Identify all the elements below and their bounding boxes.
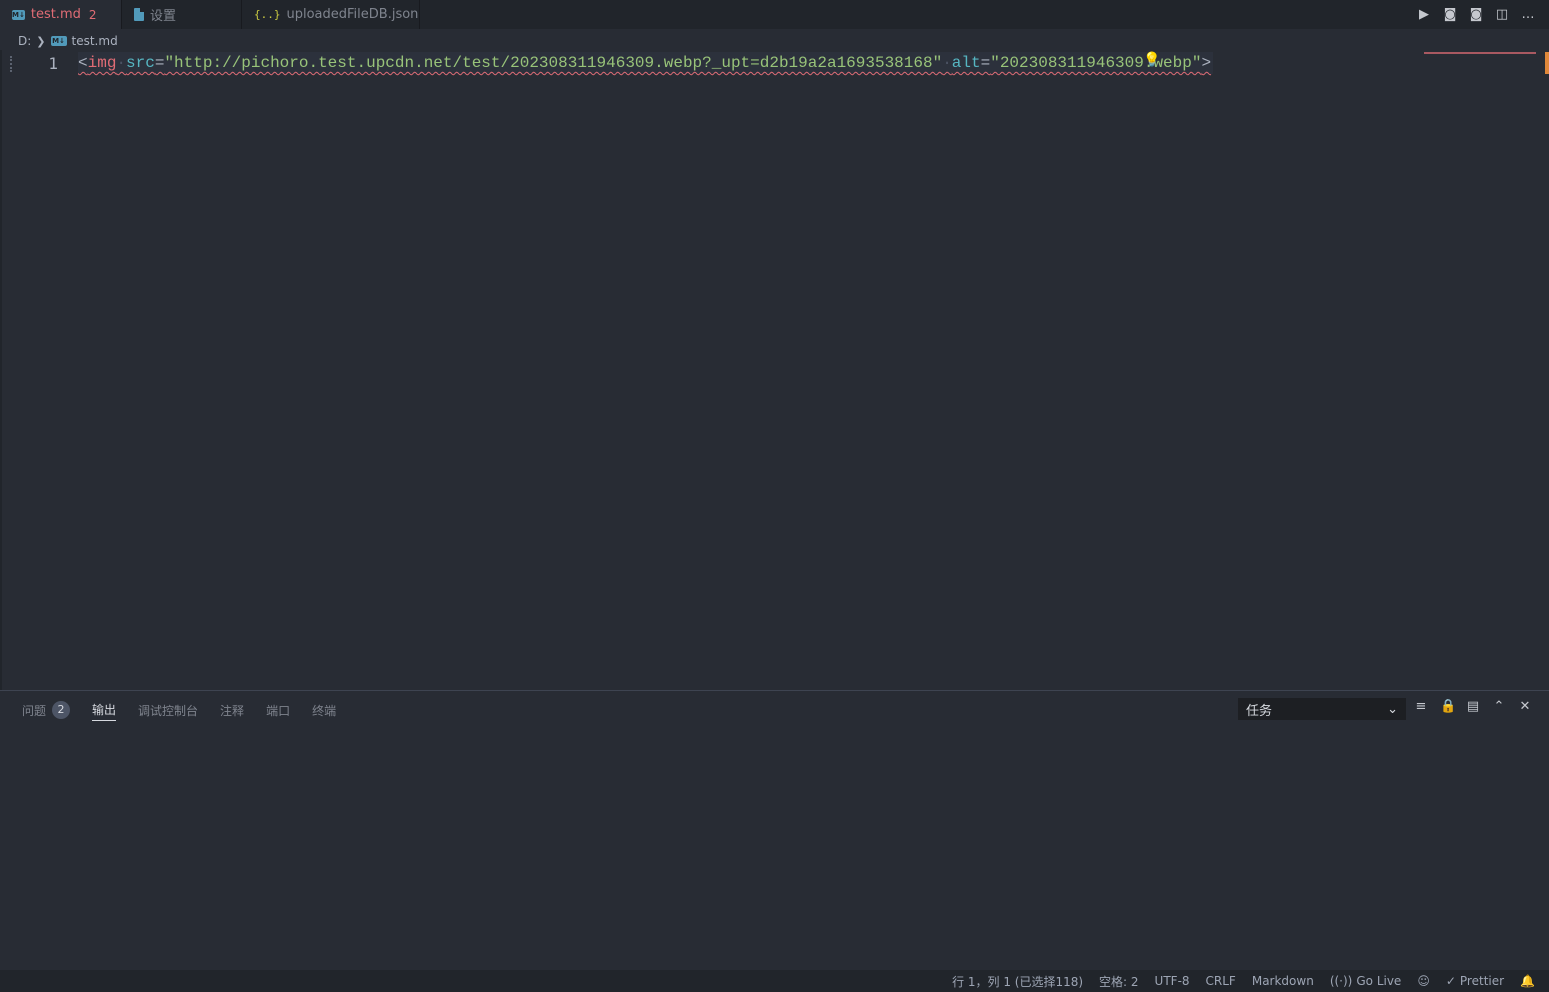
chevron-right-icon: ❯	[36, 34, 46, 48]
status-bar: 行 1，列 1 (已选择118) 空格: 2 UTF-8 CRLF Markdo…	[0, 970, 1549, 992]
editor-actions: ▶ ◙ ◙ ◫ …	[1417, 0, 1549, 29]
bottom-panel: 问题 2 输出 调试控制台 注释 端口 终端 任务 ⌄ ≡ 🔒 ▤ ⌃ ✕	[0, 690, 1549, 968]
maximize-panel-icon[interactable]: ⌃	[1492, 699, 1506, 714]
lightbulb-icon[interactable]: 💡	[1143, 52, 1160, 68]
markdown-file-icon: M↓	[50, 36, 67, 46]
panel-actions: ≡ 🔒 ▤ ⌃ ✕	[1414, 699, 1532, 714]
tab-label: 终端	[312, 703, 337, 718]
lock-icon[interactable]: 🔒	[1440, 699, 1456, 714]
tab-comments[interactable]: 注释	[220, 699, 244, 721]
token-tag: img	[87, 54, 117, 72]
markdown-file-icon: M↓	[12, 9, 25, 20]
encoding[interactable]: UTF-8	[1155, 974, 1190, 988]
breadcrumb-drive[interactable]: D:	[18, 34, 31, 48]
settings-file-icon	[134, 8, 144, 21]
split-editor-icon[interactable]: ◫	[1495, 7, 1509, 22]
tab-output[interactable]: 输出	[92, 699, 117, 721]
tab-label: test.md	[30, 7, 81, 22]
chevron-down-icon: ⌄	[1387, 701, 1398, 717]
panel-tabs: 问题 2 输出 调试控制台 注释 端口 终端	[22, 699, 336, 721]
problems-badge: 2	[52, 701, 71, 719]
token-string-alt: "202308311946309.webp"	[990, 54, 1202, 72]
scrollbar-error-marker	[1545, 52, 1549, 74]
tab-label: 输出	[92, 703, 117, 717]
go-live-label: Go Live	[1356, 974, 1402, 988]
tab-label: 调试控制台	[138, 703, 199, 718]
cursor-position[interactable]: 行 1，列 1 (已选择118)	[952, 973, 1083, 990]
breadcrumb-file[interactable]: test.md	[72, 34, 118, 48]
code-line[interactable]: 1 <img·src="http://pichoro.test.upcdn.ne…	[0, 52, 1549, 74]
tab-test-md[interactable]: M↓ test.md 2	[0, 0, 122, 29]
close-panel-icon[interactable]: ✕	[1518, 699, 1532, 714]
code-text[interactable]: <img·src="http://pichoro.test.upcdn.net/…	[78, 52, 1214, 74]
tab-terminal[interactable]: 终端	[312, 699, 336, 721]
prettier-label: Prettier	[1459, 974, 1505, 988]
problem-count: 2	[88, 7, 97, 22]
tab-label: 问题	[22, 703, 47, 718]
line-number: 1	[48, 54, 58, 73]
end-of-line[interactable]: CRLF	[1206, 974, 1236, 988]
token-close-bracket: >	[1201, 54, 1212, 72]
copilot-icon[interactable]: ☺	[1417, 974, 1430, 988]
whitespace-marker: ·	[942, 54, 952, 72]
more-actions-icon[interactable]: …	[1521, 7, 1535, 22]
run-icon[interactable]: ▶	[1417, 7, 1431, 22]
code-editor[interactable]: 1 <img·src="http://pichoro.test.upcdn.ne…	[0, 52, 1549, 688]
broadcast-icon: ((·))	[1329, 974, 1353, 988]
tab-label: 注释	[220, 703, 245, 718]
token-open-bracket: <	[78, 54, 88, 72]
bell-icon[interactable]: 🔔	[1520, 974, 1535, 988]
tab-debug-console[interactable]: 调试控制台	[138, 699, 198, 721]
editor-tab-bar: M↓ test.md 2 设置 {..} uploadedFileDB.json…	[0, 0, 1549, 29]
clear-output-icon[interactable]: ≡	[1414, 699, 1428, 714]
token-equals: =	[154, 54, 165, 72]
whitespace-marker: ·	[116, 54, 127, 72]
token-attribute-alt: alt	[951, 54, 981, 72]
select-value: 任务	[1246, 703, 1273, 719]
tab-label: 端口	[266, 703, 291, 718]
tab-label: uploadedFileDB.json	[286, 7, 419, 22]
breadcrumb: D: ❯ M↓ test.md	[18, 32, 118, 50]
open-log-icon[interactable]: ▤	[1466, 699, 1480, 714]
check-double-icon: ✓	[1445, 974, 1456, 988]
output-channel-select[interactable]: 任务 ⌄	[1238, 698, 1406, 720]
tab-ports[interactable]: 端口	[266, 699, 290, 721]
token-attribute-src: src	[126, 54, 155, 72]
indentation[interactable]: 空格: 2	[1099, 973, 1139, 990]
go-live-button[interactable]: ((·)) Go Live	[1330, 974, 1402, 988]
preview-side-icon[interactable]: ◙	[1469, 7, 1483, 22]
token-equals: =	[980, 54, 991, 72]
tab-problems[interactable]: 问题 2	[22, 699, 71, 721]
minimap-line[interactable]	[1424, 52, 1536, 54]
preview-icon[interactable]: ◙	[1443, 7, 1457, 22]
tab-label: 设置	[150, 9, 177, 24]
tab-uploaded-file-db[interactable]: {..} uploadedFileDB.json	[242, 0, 420, 29]
prettier-button[interactable]: ✓ Prettier	[1446, 974, 1504, 988]
language-mode[interactable]: Markdown	[1252, 974, 1314, 988]
folding-guide	[10, 56, 18, 72]
token-string-src: "http://pichoro.test.upcdn.net/test/2023…	[164, 54, 943, 72]
json-file-icon: {..}	[254, 8, 281, 21]
tab-settings[interactable]: 设置	[122, 0, 242, 29]
